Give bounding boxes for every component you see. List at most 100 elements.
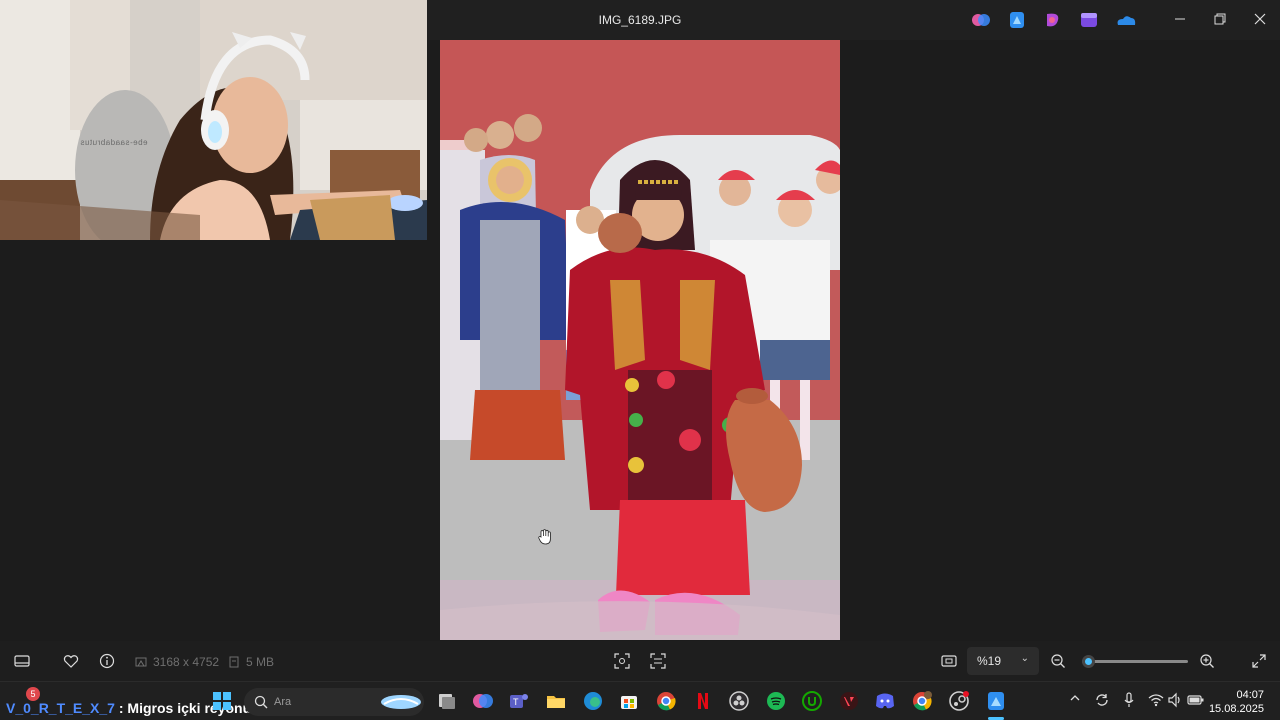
- steam-button[interactable]: [948, 690, 970, 712]
- photos-editor-icon[interactable]: [1006, 10, 1028, 30]
- hand-cursor-icon: [538, 529, 551, 545]
- clock-time: 04:07: [1236, 689, 1264, 701]
- designer-icon[interactable]: [1042, 10, 1064, 30]
- search-icon: [254, 695, 268, 709]
- dimensions-icon: [135, 657, 147, 667]
- spotify-button[interactable]: [765, 690, 787, 712]
- onedrive-icon[interactable]: [1114, 10, 1136, 30]
- displayed-photo: [440, 40, 840, 640]
- webcam-watermark: ebe-saadabrutus: [80, 138, 148, 147]
- search-placeholder: Ara: [274, 696, 292, 708]
- zoom-level-text: %19: [977, 654, 1002, 668]
- file-size-icon: [229, 656, 239, 668]
- netflix-button[interactable]: [692, 690, 714, 712]
- visual-search-button[interactable]: [612, 651, 632, 671]
- chat-username: V_0_R_T_E_X_7: [6, 700, 115, 716]
- minimize-button[interactable]: [1160, 0, 1200, 38]
- title-app-icons: [970, 10, 1136, 30]
- window-title: IMG_6189.JPG: [598, 13, 682, 27]
- upwork-icon: [802, 691, 822, 711]
- search-highlight-icon: [381, 695, 421, 709]
- mic-tray-button[interactable]: [1122, 692, 1136, 711]
- sync-tray-button[interactable]: [1094, 692, 1110, 711]
- ocr-scan-icon: [650, 653, 666, 669]
- copilot-taskbar-button[interactable]: [472, 690, 494, 712]
- taskbar-search[interactable]: Ara: [244, 688, 424, 716]
- fit-screen-icon: [941, 655, 957, 667]
- wifi-icon: [1148, 694, 1164, 707]
- file-size: 5 MB: [228, 655, 274, 669]
- window-controls: [1160, 0, 1280, 38]
- fit-screen-button[interactable]: [939, 651, 959, 671]
- copilot-icon[interactable]: [970, 10, 992, 30]
- chrome-button[interactable]: [655, 690, 677, 712]
- battery-icon: [1187, 695, 1204, 705]
- store-icon: [621, 696, 637, 709]
- chat-badge: 5: [26, 687, 40, 701]
- close-button[interactable]: [1240, 0, 1280, 38]
- show-hidden-icons-button[interactable]: [1069, 692, 1081, 707]
- upwork-button[interactable]: [801, 690, 823, 712]
- file-explorer-button[interactable]: [545, 690, 567, 712]
- zoom-in-button[interactable]: [1197, 651, 1217, 671]
- chrome-icon: [657, 692, 676, 711]
- dimensions-text: 3168 x 4752: [153, 655, 220, 669]
- favorite-button[interactable]: [61, 651, 81, 671]
- chevron-down-icon: ⌄: [1020, 653, 1029, 664]
- filmstrip-button[interactable]: [12, 651, 32, 671]
- obs-icon: [729, 691, 749, 711]
- clipchamp-icon[interactable]: [1078, 10, 1100, 30]
- info-icon: [99, 653, 115, 669]
- fullscreen-button[interactable]: [1249, 651, 1269, 671]
- file-size-text: 5 MB: [246, 655, 275, 669]
- valorant-button[interactable]: [838, 690, 860, 712]
- teams-button[interactable]: T: [508, 690, 530, 712]
- netflix-icon: [698, 693, 708, 709]
- system-clock[interactable]: 04:07 15.08.2025: [1209, 688, 1264, 716]
- mic-icon: [1124, 692, 1134, 707]
- file-explorer-icon: [547, 696, 565, 708]
- teams-icon: T: [510, 694, 528, 708]
- fullscreen-icon: [1252, 654, 1266, 668]
- zoom-slider-thumb[interactable]: [1082, 655, 1096, 668]
- spotify-icon: [767, 692, 785, 710]
- taskbar: V_0_R_T_E_X_7 : Migros içki reyonunda de…: [0, 681, 1280, 720]
- zoom-out-button[interactable]: [1048, 651, 1068, 671]
- steam-icon: [949, 691, 969, 711]
- task-view-icon: [439, 694, 455, 709]
- photos-taskbar-button[interactable]: [985, 690, 1007, 712]
- battery-tray-button[interactable]: [1187, 692, 1205, 711]
- sync-icon: [1096, 694, 1108, 706]
- chrome-profile-button[interactable]: [911, 690, 933, 712]
- task-view-button[interactable]: [436, 690, 458, 712]
- info-button[interactable]: [97, 651, 117, 671]
- photos-app-window: IMG_6189.JPG ebe-saadabrutus 3168 x 4752…: [0, 0, 1280, 720]
- viewer-toolbar: 3168 x 4752 5 MB %19 ⌄: [0, 641, 1280, 681]
- chrome-profile-icon: [913, 691, 932, 711]
- zoom-in-icon: [1200, 654, 1214, 668]
- photo-viewport[interactable]: [440, 40, 840, 640]
- edge-icon: [584, 692, 602, 710]
- webcam-overlay: ebe-saadabrutus: [0, 0, 427, 240]
- clock-date: 15.08.2025: [1208, 703, 1264, 715]
- edge-button[interactable]: [582, 690, 604, 712]
- restore-button[interactable]: [1200, 0, 1240, 38]
- start-icon: [213, 692, 231, 710]
- copilot-icon: [473, 694, 493, 708]
- store-button[interactable]: [618, 690, 640, 712]
- volume-tray-button[interactable]: [1167, 692, 1183, 711]
- restore-icon: [1214, 13, 1226, 25]
- obs-button[interactable]: [728, 690, 750, 712]
- zoom-slider[interactable]: [1082, 655, 1188, 668]
- filmstrip-icon: [14, 655, 30, 667]
- wifi-tray-button[interactable]: [1148, 692, 1164, 711]
- close-icon: [1254, 13, 1266, 25]
- discord-button[interactable]: [874, 690, 896, 712]
- ocr-scan-button[interactable]: [648, 651, 668, 671]
- webcam-feed-illustration: [0, 0, 427, 240]
- visual-search-icon: [614, 653, 630, 669]
- start-button[interactable]: [211, 690, 233, 712]
- chevron-up-icon: [1070, 695, 1080, 701]
- svg-text:T: T: [513, 697, 519, 707]
- zoom-level-dropdown[interactable]: %19 ⌄: [967, 647, 1039, 675]
